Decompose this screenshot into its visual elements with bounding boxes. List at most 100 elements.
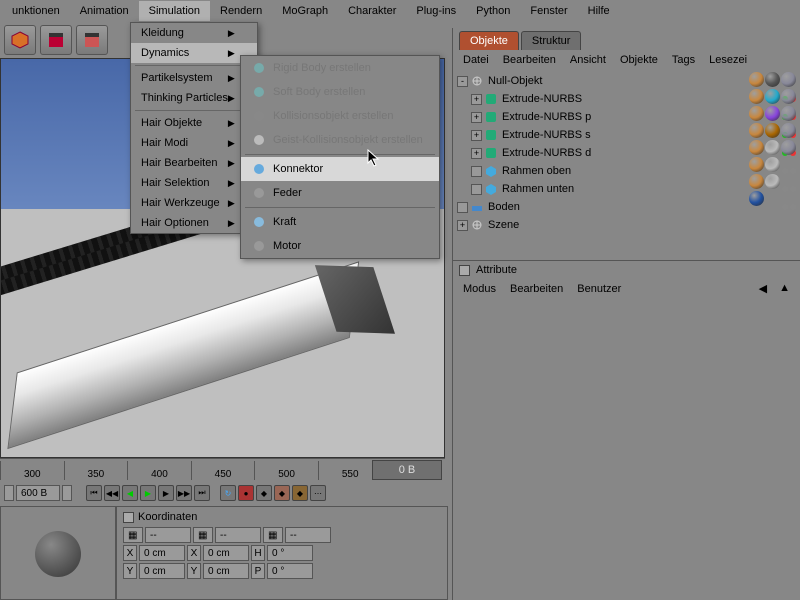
obj-menu-tags[interactable]: Tags: [672, 54, 695, 66]
tag-sphere[interactable]: [749, 191, 764, 206]
tree-row[interactable]: Rahmen unten: [457, 180, 796, 198]
tree-row[interactable]: +Szene: [457, 216, 796, 234]
coord-y1[interactable]: 0 cm: [139, 563, 185, 579]
clapper-2-tool[interactable]: [76, 25, 108, 55]
tag-sphere[interactable]: [765, 106, 780, 121]
frame-prev-field[interactable]: [4, 485, 14, 501]
next-frame-button[interactable]: ▶: [158, 485, 174, 501]
menu-animation[interactable]: Animation: [70, 1, 139, 21]
tab-objects[interactable]: Objekte: [459, 31, 519, 50]
menuitem-partikelsystem[interactable]: Partikelsystem▶: [131, 68, 257, 88]
tree-row[interactable]: +Extrude-NURBS p: [457, 108, 796, 126]
coord-grid-icon[interactable]: ▦: [123, 527, 143, 543]
obj-menu-datei[interactable]: Datei: [463, 54, 489, 66]
menuitem-kraft[interactable]: Kraft: [241, 210, 439, 234]
tag-sphere[interactable]: [765, 140, 780, 155]
tag-sphere[interactable]: [765, 72, 780, 87]
menuitem-kleidung[interactable]: Kleidung▶: [131, 23, 257, 43]
tag-sphere[interactable]: [781, 106, 796, 121]
menuitem-hair-objekte[interactable]: Hair Objekte▶: [131, 113, 257, 133]
coord-x2[interactable]: 0 cm: [203, 545, 249, 561]
menu-rendern[interactable]: Rendern: [210, 1, 272, 21]
expand-icon[interactable]: [471, 184, 482, 195]
tree-row[interactable]: -Null-Objekt: [457, 72, 796, 90]
tree-row[interactable]: Boden: [457, 198, 796, 216]
expand-icon[interactable]: +: [457, 220, 468, 231]
autokey-button[interactable]: ◆: [256, 485, 272, 501]
coords-check[interactable]: [123, 512, 134, 523]
expand-icon[interactable]: +: [471, 112, 482, 123]
obj-menu-bearbeiten[interactable]: Bearbeiten: [503, 54, 556, 66]
play-button[interactable]: ▶: [140, 485, 156, 501]
goto-end-button[interactable]: ⏭: [194, 485, 210, 501]
tab-structure[interactable]: Struktur: [521, 31, 582, 50]
menu-hilfe[interactable]: Hilfe: [578, 1, 620, 21]
coord-h[interactable]: 0 °: [267, 545, 313, 561]
tag-sphere[interactable]: [749, 123, 764, 138]
tag-sphere[interactable]: [749, 174, 764, 189]
record-button[interactable]: ●: [238, 485, 254, 501]
obj-menu-ansicht[interactable]: Ansicht: [570, 54, 606, 66]
expand-icon[interactable]: -: [457, 76, 468, 87]
tree-row[interactable]: +Extrude-NURBS d: [457, 144, 796, 162]
menu-plug-ins[interactable]: Plug-ins: [406, 1, 466, 21]
attr-menu-benutzer[interactable]: Benutzer: [577, 283, 621, 295]
object-tree[interactable]: -Null-Objekt+Extrude-NURBS+Extrude-NURBS…: [453, 70, 800, 260]
clapper-1-tool[interactable]: [40, 25, 72, 55]
expand-icon[interactable]: +: [471, 94, 482, 105]
coord-y2[interactable]: 0 cm: [203, 563, 249, 579]
goto-start-button[interactable]: ⏮: [86, 485, 102, 501]
tag-sphere[interactable]: [765, 174, 780, 189]
tag-sphere[interactable]: [781, 89, 796, 104]
expand-icon[interactable]: [471, 166, 482, 177]
attr-up-icon[interactable]: ▲: [779, 282, 790, 295]
menuitem-feder[interactable]: Feder: [241, 181, 439, 205]
attr-menu-bearbeiten[interactable]: Bearbeiten: [510, 283, 563, 295]
tag-sphere[interactable]: [765, 123, 780, 138]
coord-grid-icon[interactable]: ▦: [263, 527, 283, 543]
attribute-header[interactable]: Attribute: [453, 260, 800, 279]
loop-button[interactable]: ↻: [220, 485, 236, 501]
menuitem-hair-modi[interactable]: Hair Modi▶: [131, 133, 257, 153]
tag-sphere[interactable]: [765, 89, 780, 104]
attr-prev-icon[interactable]: ◀: [759, 282, 767, 295]
menu-charakter[interactable]: Charakter: [338, 1, 406, 21]
menuitem-thinking-particles[interactable]: Thinking Particles▶: [131, 88, 257, 108]
expand-icon[interactable]: +: [471, 130, 482, 141]
key-opts-button[interactable]: ⋯: [310, 485, 326, 501]
menuitem-hair-optionen[interactable]: Hair Optionen▶: [131, 213, 257, 233]
tree-row[interactable]: Rahmen oben: [457, 162, 796, 180]
tag-sphere[interactable]: [781, 72, 796, 87]
menu-simulation[interactable]: Simulation: [139, 1, 210, 21]
tag-sphere[interactable]: [781, 140, 796, 155]
tree-row[interactable]: +Extrude-NURBS s: [457, 126, 796, 144]
coord-x1[interactable]: 0 cm: [139, 545, 185, 561]
menu-mograph[interactable]: MoGraph: [272, 1, 338, 21]
prev-key-button[interactable]: ◀◀: [104, 485, 120, 501]
tree-row[interactable]: +Extrude-NURBS: [457, 90, 796, 108]
obj-menu-lesezei[interactable]: Lesezei: [709, 54, 747, 66]
key-pos-button[interactable]: ◆: [292, 485, 308, 501]
coord-p[interactable]: 0 °: [267, 563, 313, 579]
menuitem-hair-bearbeiten[interactable]: Hair Bearbeiten▶: [131, 153, 257, 173]
menu-unktionen[interactable]: unktionen: [2, 1, 70, 21]
tag-sphere[interactable]: [749, 89, 764, 104]
frame-field[interactable]: 600 B: [16, 485, 60, 501]
expand-icon[interactable]: +: [471, 148, 482, 159]
tag-sphere[interactable]: [749, 140, 764, 155]
tag-sphere[interactable]: [749, 72, 764, 87]
expand-icon[interactable]: [457, 202, 468, 213]
attr-menu-modus[interactable]: Modus: [463, 283, 496, 295]
key-button[interactable]: ◆: [274, 485, 290, 501]
menuitem-motor[interactable]: Motor: [241, 234, 439, 258]
menu-python[interactable]: Python: [466, 1, 520, 21]
tag-sphere[interactable]: [749, 157, 764, 172]
material-preview-sphere[interactable]: [35, 531, 81, 577]
menuitem-hair-selektion[interactable]: Hair Selektion▶: [131, 173, 257, 193]
tag-sphere[interactable]: [749, 106, 764, 121]
next-key-button[interactable]: ▶▶: [176, 485, 192, 501]
cube-tool[interactable]: [4, 25, 36, 55]
frame-next-field[interactable]: [62, 485, 72, 501]
menuitem-dynamics[interactable]: Dynamics▶: [131, 43, 257, 63]
menuitem-konnektor[interactable]: Konnektor: [241, 157, 439, 181]
